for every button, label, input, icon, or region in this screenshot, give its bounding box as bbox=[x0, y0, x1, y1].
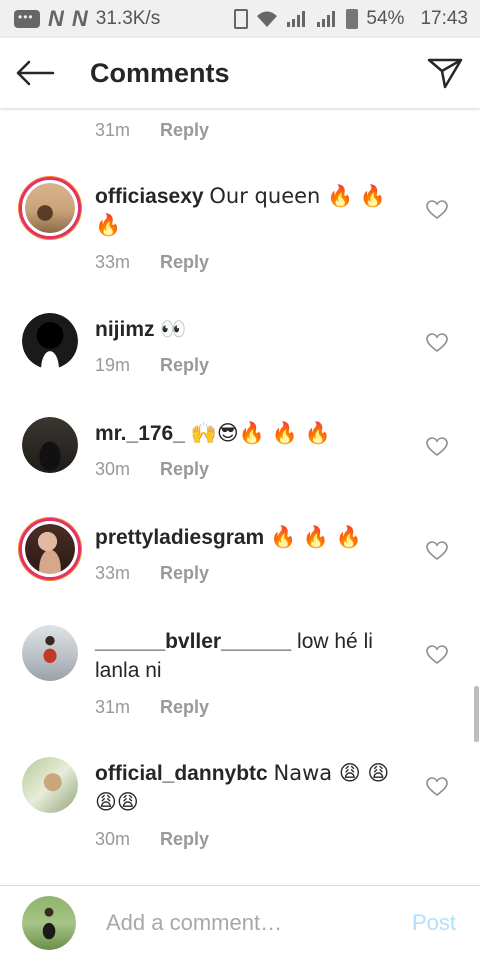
comment-body: official_dannybtc Nawa 😩 😩😩😩 bbox=[95, 759, 395, 817]
battery-level: 54% bbox=[366, 8, 405, 29]
n-notification-icon: N bbox=[48, 6, 64, 31]
avatar[interactable] bbox=[22, 180, 78, 236]
comment-meta: 33m Reply bbox=[95, 563, 209, 584]
comments-list[interactable]: 31m Reply officiasexy Our queen 🔥 🔥 🔥 33… bbox=[0, 108, 480, 885]
comment-meta: 19m Reply bbox=[95, 355, 209, 376]
heart-icon[interactable] bbox=[426, 645, 448, 665]
comment-input[interactable] bbox=[106, 910, 412, 936]
comment-body: nijimz 👀 bbox=[95, 315, 395, 344]
heart-icon[interactable] bbox=[426, 541, 448, 561]
n-notification-icon-2: N bbox=[71, 6, 88, 31]
heart-icon[interactable] bbox=[426, 333, 448, 353]
comment-username[interactable]: nijimz bbox=[95, 318, 155, 341]
heart-icon[interactable] bbox=[426, 200, 448, 220]
comment-text: 👀 bbox=[160, 317, 187, 341]
reply-button[interactable]: Reply bbox=[160, 459, 209, 480]
comment-text: 🙌😎🔥 🔥 🔥 bbox=[190, 421, 331, 445]
avatar[interactable] bbox=[22, 417, 78, 473]
comment-meta: 30m Reply bbox=[95, 459, 209, 480]
status-bar: N N 31.3K/s 54% 17:43 bbox=[0, 0, 480, 38]
page-title: Comments bbox=[90, 57, 230, 88]
battery-icon bbox=[346, 9, 359, 29]
reply-button[interactable]: Reply bbox=[160, 120, 209, 141]
comment-time: 31m bbox=[95, 697, 131, 717]
comment-meta: 30m Reply bbox=[95, 829, 209, 850]
wifi-icon bbox=[257, 11, 278, 27]
avatar[interactable] bbox=[22, 313, 78, 369]
send-direct-icon[interactable] bbox=[410, 38, 480, 108]
chat-notification-icon bbox=[14, 10, 40, 28]
reply-button[interactable]: Reply bbox=[160, 563, 209, 584]
comment-username[interactable]: officiasexy bbox=[95, 185, 204, 208]
comment-body: mr._176_ 🙌😎🔥 🔥 🔥 bbox=[95, 419, 395, 448]
comment-time: 33m bbox=[95, 563, 131, 583]
signal-icon-2 bbox=[317, 11, 336, 27]
comment-meta: 31m Reply bbox=[95, 120, 209, 141]
avatar[interactable] bbox=[22, 521, 78, 577]
clock: 17:43 bbox=[420, 8, 468, 29]
comment-text: 🔥 🔥 🔥 bbox=[270, 525, 362, 549]
header: Comments bbox=[0, 38, 480, 108]
comment-time: 30m bbox=[95, 829, 131, 849]
comment-meta: 33m Reply bbox=[95, 252, 209, 273]
comment-body: prettyladiesgram 🔥 🔥 🔥 bbox=[95, 523, 395, 552]
network-speed: 31.3K/s bbox=[95, 8, 161, 29]
post-button[interactable]: Post bbox=[412, 910, 456, 936]
comment-username[interactable]: ______bvller______ bbox=[95, 630, 291, 653]
reply-button[interactable]: Reply bbox=[160, 697, 209, 718]
reply-button[interactable]: Reply bbox=[160, 252, 209, 273]
scrollbar-thumb[interactable] bbox=[474, 686, 479, 742]
comment-meta: 31m Reply bbox=[95, 697, 209, 718]
comment-time: 30m bbox=[95, 459, 131, 479]
comment-time: 31m bbox=[95, 120, 131, 140]
reply-button[interactable]: Reply bbox=[160, 355, 209, 376]
comment-username[interactable]: prettyladiesgram bbox=[95, 526, 264, 549]
avatar[interactable] bbox=[22, 625, 78, 681]
comment-body: officiasexy Our queen 🔥 🔥 🔥 bbox=[95, 182, 395, 240]
comment-composer: Post bbox=[0, 885, 480, 960]
heart-icon[interactable] bbox=[426, 777, 448, 797]
comment-time: 33m bbox=[95, 252, 131, 272]
avatar[interactable] bbox=[22, 757, 78, 813]
heart-icon[interactable] bbox=[426, 437, 448, 457]
comment-username[interactable]: mr._176_ bbox=[95, 422, 185, 445]
comment-body: ______bvller______ low hé li lanla ni bbox=[95, 627, 395, 685]
own-avatar bbox=[22, 896, 76, 950]
vibrate-icon bbox=[234, 9, 249, 29]
signal-icon bbox=[287, 11, 306, 27]
comment-time: 19m bbox=[95, 355, 131, 375]
comment-username[interactable]: official_dannybtc bbox=[95, 762, 268, 785]
reply-button[interactable]: Reply bbox=[160, 829, 209, 850]
back-arrow-icon[interactable] bbox=[0, 38, 70, 108]
